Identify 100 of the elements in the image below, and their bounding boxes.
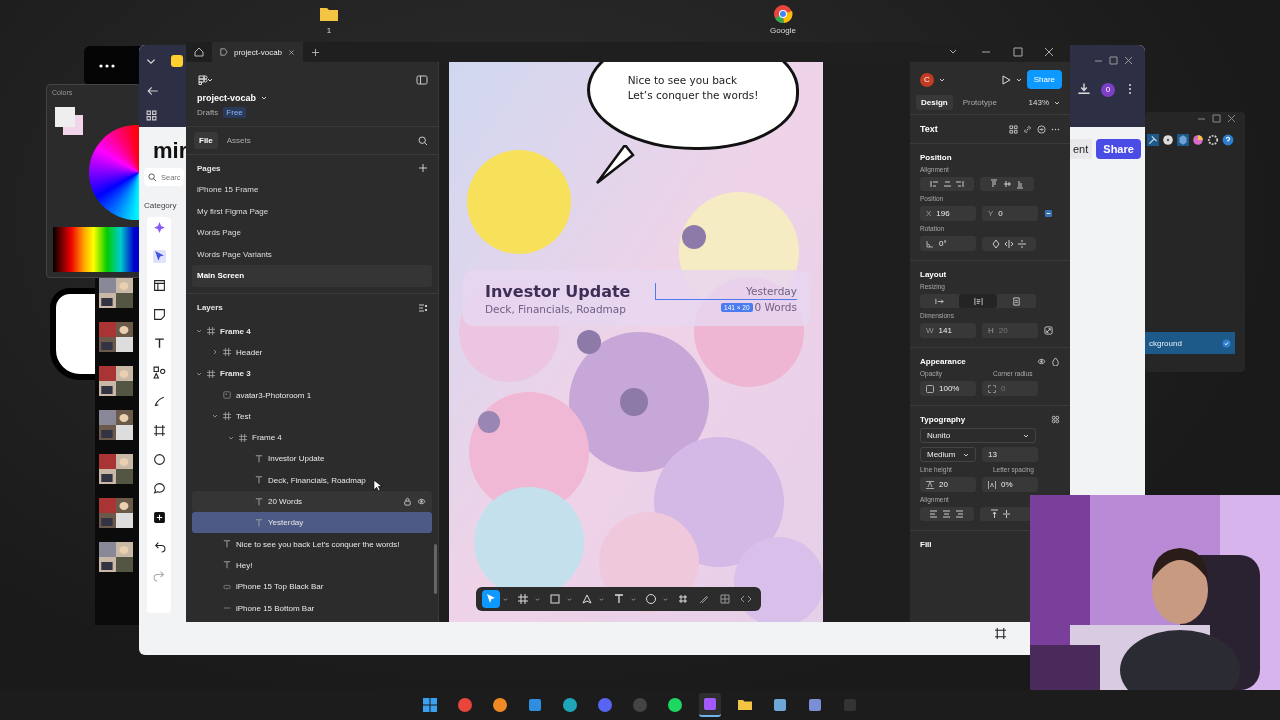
plus-icon[interactable] (152, 511, 166, 524)
drop-icon[interactable] (1051, 357, 1060, 366)
download-icon[interactable] (1077, 82, 1091, 96)
cursor-icon[interactable] (152, 250, 166, 263)
comment-button[interactable]: ent (1069, 139, 1093, 159)
more-icon[interactable] (99, 64, 115, 68)
caret-icon[interactable] (196, 328, 202, 335)
home-icon[interactable] (194, 47, 204, 57)
caret-icon[interactable] (663, 596, 668, 602)
resize-icon[interactable] (1044, 326, 1053, 335)
project-name[interactable]: project-vocab (197, 93, 256, 103)
pen-icon[interactable] (152, 395, 166, 408)
caret-icon[interactable] (503, 596, 508, 602)
styles-icon[interactable] (1051, 415, 1060, 424)
lock-icon[interactable] (403, 497, 412, 506)
eye-icon[interactable] (417, 497, 426, 506)
settings-icon[interactable] (1207, 134, 1219, 146)
caret-icon[interactable] (1054, 99, 1060, 106)
rotation-field[interactable]: 0° (920, 236, 976, 251)
sidebar-toggle-icon[interactable] (416, 75, 428, 85)
comment-icon[interactable] (152, 482, 166, 495)
back-arrow-icon[interactable] (147, 85, 159, 97)
shapes-icon[interactable] (152, 366, 166, 379)
flip-icon[interactable] (982, 236, 1036, 251)
scrollbar[interactable] (434, 543, 437, 594)
link-icon[interactable] (1023, 124, 1032, 134)
width-field[interactable]: W 141 (920, 323, 976, 338)
app-logo-icon[interactable] (171, 55, 183, 67)
plus-icon[interactable] (418, 163, 428, 173)
font-dropdown[interactable]: Nunito (920, 428, 1036, 443)
layout-icon[interactable] (152, 279, 166, 292)
caret-icon[interactable] (212, 349, 218, 356)
layer-item[interactable]: Frame 4 (192, 320, 432, 342)
collapse-layers-icon[interactable] (418, 302, 428, 313)
help-icon[interactable] (1222, 134, 1234, 146)
layer-item[interactable]: Yesterday (192, 512, 432, 534)
design-tab[interactable]: Prototype (957, 95, 1002, 110)
page-item[interactable]: Main Screen (192, 265, 432, 287)
more-icon[interactable] (1128, 83, 1132, 95)
frame-icon[interactable] (152, 424, 166, 437)
layer-item[interactable]: Nice to see you back Let’s conquer the words! (192, 533, 432, 555)
plus-icon[interactable] (311, 47, 321, 57)
caret-icon[interactable] (939, 76, 945, 83)
eye-icon[interactable] (1037, 357, 1046, 366)
layer-item[interactable]: Frame 4 (192, 427, 432, 449)
avatar[interactable]: C (920, 72, 934, 87)
page-item[interactable]: Words Page (192, 222, 432, 244)
caret-icon[interactable] (631, 596, 636, 602)
x-field[interactable]: X 196 (920, 206, 976, 221)
letter-spacing-field[interactable]: 0% (982, 477, 1038, 492)
resizing-option[interactable] (958, 294, 998, 308)
layer-row[interactable]: ckground (1145, 332, 1235, 354)
play-icon[interactable] (1000, 74, 1011, 85)
app-icon[interactable] (699, 693, 721, 717)
panel-tab[interactable]: Assets (221, 132, 256, 149)
constraints-icon[interactable] (1044, 209, 1053, 218)
disc-icon[interactable] (1162, 134, 1174, 146)
panel-tab[interactable]: File (194, 132, 218, 149)
layer-item[interactable]: Test (192, 405, 432, 427)
vertical-alignment-icon[interactable] (980, 177, 1034, 191)
zoom-level[interactable]: 143% (1028, 98, 1049, 107)
layer-item[interactable]: Investor Update (192, 448, 432, 470)
window-controls-icon[interactable] (1094, 56, 1134, 66)
line-height-field[interactable]: 20 (920, 477, 976, 492)
page-item[interactable]: Words Page Variants (192, 243, 432, 265)
browser-icon[interactable] (773, 4, 793, 24)
layer-item[interactable]: 20 Words (192, 490, 432, 513)
document-tab[interactable]: project-vocab (212, 42, 304, 62)
page-item[interactable]: My first Figma Page (192, 200, 432, 222)
component-icon[interactable] (1009, 124, 1018, 134)
text-alignment-icon[interactable] (920, 507, 974, 521)
caret-icon[interactable] (261, 95, 267, 101)
sticky-note-icon[interactable] (152, 308, 166, 321)
text-icon[interactable] (152, 337, 166, 350)
caret-icon[interactable] (196, 370, 202, 377)
layer-item[interactable]: Frame 3 (192, 363, 432, 385)
layer-item[interactable]: iPhone 15 Bottom Bar (192, 597, 432, 619)
window-controls-icon[interactable] (1197, 114, 1237, 124)
search-icon[interactable] (418, 135, 428, 146)
caret-icon[interactable] (599, 596, 604, 602)
share-button[interactable]: Share (1096, 139, 1141, 159)
page-item[interactable]: iPhone 15 Frame (192, 179, 432, 201)
font-size-field[interactable]: 13 (982, 447, 1038, 462)
opacity-field[interactable]: 100% (920, 381, 976, 396)
frame-icon[interactable] (994, 627, 1007, 640)
grid-icon[interactable] (146, 110, 157, 121)
layer-item[interactable]: iPhone 15 Top Black Bar (192, 576, 432, 598)
undo-icon[interactable] (152, 540, 166, 553)
hammer-icon[interactable] (1147, 134, 1159, 146)
variable-icon[interactable] (1037, 124, 1046, 134)
horizontal-alignment-icon[interactable] (920, 177, 974, 191)
caret-icon[interactable] (567, 596, 572, 602)
checkmark-icon[interactable] (1222, 338, 1231, 348)
layer-item[interactable]: Header (192, 341, 432, 364)
caret-icon[interactable] (228, 434, 234, 441)
figma-logo-icon[interactable] (198, 75, 214, 85)
layer-item[interactable]: avatar3-Photoroom 1 (192, 384, 432, 406)
layer-item[interactable]: Hey! (192, 554, 432, 577)
layer-item[interactable]: Deck, Financials, Roadmap (192, 469, 432, 491)
date-text[interactable]: Yesterday (656, 283, 797, 299)
